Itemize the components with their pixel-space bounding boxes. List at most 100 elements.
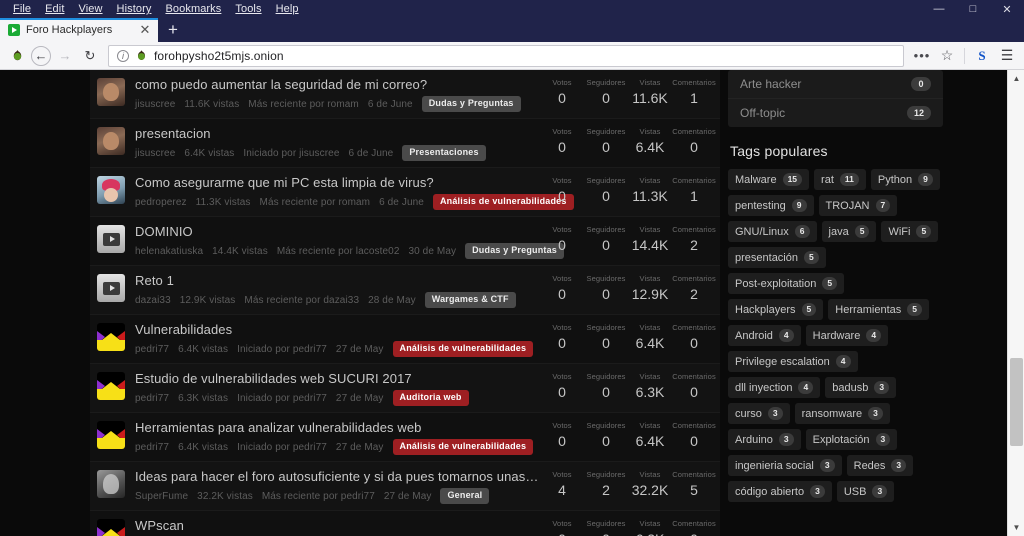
avatar[interactable] [97,519,125,536]
thread-author[interactable]: pedroperez [135,197,187,208]
thread-author[interactable]: pedri77 [135,442,169,453]
thread-author[interactable]: pedri77 [135,344,169,355]
avatar[interactable] [97,323,125,351]
bookmark-star-icon[interactable]: ☆ [936,45,958,67]
sync-account-icon[interactable]: S [971,45,993,67]
tag-item[interactable]: java 5 [821,221,877,242]
browser-menu-icon[interactable]: ☰ [996,45,1018,67]
tag-item[interactable]: GNU/Linux 6 [728,221,817,242]
thread-row[interactable]: presentacion jisuscree 6.4K vistas Iniciado… [90,119,720,168]
page-actions-button[interactable]: ••• [911,45,933,67]
tab-foro-hackplayers[interactable]: Foro Hackplayers ✕ [0,18,158,42]
thread-title[interactable]: Ideas para hacer el foro autosuficiente … [135,469,540,484]
thread-row[interactable]: Estudio de vulnerabilidades web SUCURI 2… [90,364,720,413]
tag-item[interactable]: WiFi 5 [881,221,939,242]
tag-item[interactable]: Herramientas 5 [828,299,930,320]
tag-item[interactable]: curso 3 [728,403,790,424]
scroll-up-arrow[interactable]: ▲ [1008,70,1024,87]
forward-button[interactable]: → [54,45,76,67]
url-bar[interactable]: i forohpysho2t5mjs.onion [108,44,904,67]
avatar[interactable] [97,176,125,204]
thread-title[interactable]: Estudio de vulnerabilidades web SUCURI 2… [135,371,540,386]
avatar[interactable] [97,127,125,155]
tag-item[interactable]: rat 11 [814,169,866,190]
thread-row[interactable]: como puedo aumentar la seguridad de mi c… [90,70,720,119]
tag-item[interactable]: Malware 15 [728,169,810,190]
avatar[interactable] [97,421,125,449]
avatar[interactable] [97,78,125,106]
new-tab-button[interactable]: + [158,18,188,42]
menu-view[interactable]: View [71,0,109,18]
page-info-icon[interactable]: i [117,49,129,62]
thread-title[interactable]: DOMINIO [135,224,540,239]
tag-item[interactable]: Explotación 3 [805,429,898,450]
menu-file[interactable]: File [6,0,38,18]
tag-item[interactable]: presentación 5 [728,247,826,268]
reload-button[interactable]: ↻ [79,45,101,67]
avatar[interactable] [97,372,125,400]
thread-row[interactable]: Vulnerabilidades pedri77 6.4K vistas Inicia… [90,315,720,364]
thread-title[interactable]: WPscan [135,518,540,533]
menu-history[interactable]: History [110,0,159,18]
tag-item[interactable]: pentesting 9 [728,195,814,216]
tag-item[interactable]: código abierto 3 [728,481,832,502]
thread-author[interactable]: pedri77 [135,393,169,404]
tag-item[interactable]: Hackplayers 5 [728,299,824,320]
thread-author[interactable]: SuperFume [135,491,188,502]
page-scrollbar[interactable]: ▲ ▼ [1007,70,1024,536]
avatar[interactable] [97,225,125,253]
scrollbar-thumb[interactable] [1010,358,1023,446]
thread-row[interactable]: Como asegurarme que mi PC esta limpia de… [90,168,720,217]
tag-item[interactable]: ransomware 3 [794,403,890,424]
category-item[interactable]: Off-topic 12 [728,98,943,127]
menu-edit[interactable]: Edit [38,0,71,18]
menu-tools[interactable]: Tools [228,0,268,18]
avatar[interactable] [97,470,125,498]
thread-author[interactable]: jisuscree [135,148,175,159]
thread-row[interactable]: Herramientas para analizar vulnerabilida… [90,413,720,462]
thread-row[interactable]: Ideas para hacer el foro autosuficiente … [90,462,720,511]
thread-category-chip[interactable]: Wargames & CTF [424,292,516,308]
back-button[interactable]: ← [31,45,51,66]
tag-item[interactable]: Post-exploitation 5 [728,273,845,294]
close-window-button[interactable]: ✕ [990,0,1024,18]
tag-item[interactable]: badusb 3 [825,377,897,398]
thread-title[interactable]: Reto 1 [135,273,540,288]
maximize-button[interactable]: □ [956,0,990,18]
avatar[interactable] [97,274,125,302]
thread-category-chip[interactable]: Presentaciones [402,145,486,161]
tag-item[interactable]: Redes 3 [846,455,914,476]
thread-category-chip[interactable]: Análisis de vulnerabilidades [392,341,534,357]
thread-category-chip[interactable]: Análisis de vulnerabilidades [392,439,534,455]
thread-title[interactable]: como puedo aumentar la seguridad de mi c… [135,77,540,92]
thread-title[interactable]: Herramientas para analizar vulnerabilida… [135,420,540,435]
thread-row[interactable]: Reto 1 dazai33 12.9K vistas Más reciente po… [90,266,720,315]
thread-category-chip[interactable]: Auditoria web [392,390,469,406]
thread-title[interactable]: Como asegurarme que mi PC esta limpia de… [135,175,540,190]
scroll-down-arrow[interactable]: ▼ [1008,519,1024,536]
tag-item[interactable]: Python 9 [870,169,940,190]
thread-row[interactable]: DOMINIO helenakatiuska 14.4K vistas Más rec… [90,217,720,266]
thread-category-chip[interactable]: Dudas y Preguntas [421,96,521,112]
tag-item[interactable]: Hardware 4 [805,325,889,346]
thread-author[interactable]: dazai33 [135,295,171,306]
category-item[interactable]: Arte hacker 0 [728,70,943,98]
tag-item[interactable]: Privilege escalation 4 [728,351,858,372]
thread-title[interactable]: presentacion [135,126,540,141]
url-text[interactable]: forohpysho2t5mjs.onion [154,49,284,63]
tag-item[interactable]: ingenieria social 3 [728,455,842,476]
tor-onion-icon[interactable] [6,45,28,67]
tag-item[interactable]: Android 4 [728,325,801,346]
minimize-button[interactable]: — [922,0,956,18]
menu-help[interactable]: Help [269,0,306,18]
menu-bookmarks[interactable]: Bookmarks [158,0,228,18]
close-tab-icon[interactable]: ✕ [138,22,152,38]
thread-author[interactable]: jisuscree [135,99,175,110]
tag-item[interactable]: TROJAN 7 [818,195,898,216]
tag-item[interactable]: Arduino 3 [728,429,801,450]
tag-item[interactable]: dll inyection 4 [728,377,821,398]
thread-title[interactable]: Vulnerabilidades [135,322,540,337]
tag-item[interactable]: USB 3 [836,481,895,502]
thread-author[interactable]: helenakatiuska [135,246,203,257]
thread-row[interactable]: WPscanpedri776.2K vistasIniciado por ped… [90,511,720,536]
